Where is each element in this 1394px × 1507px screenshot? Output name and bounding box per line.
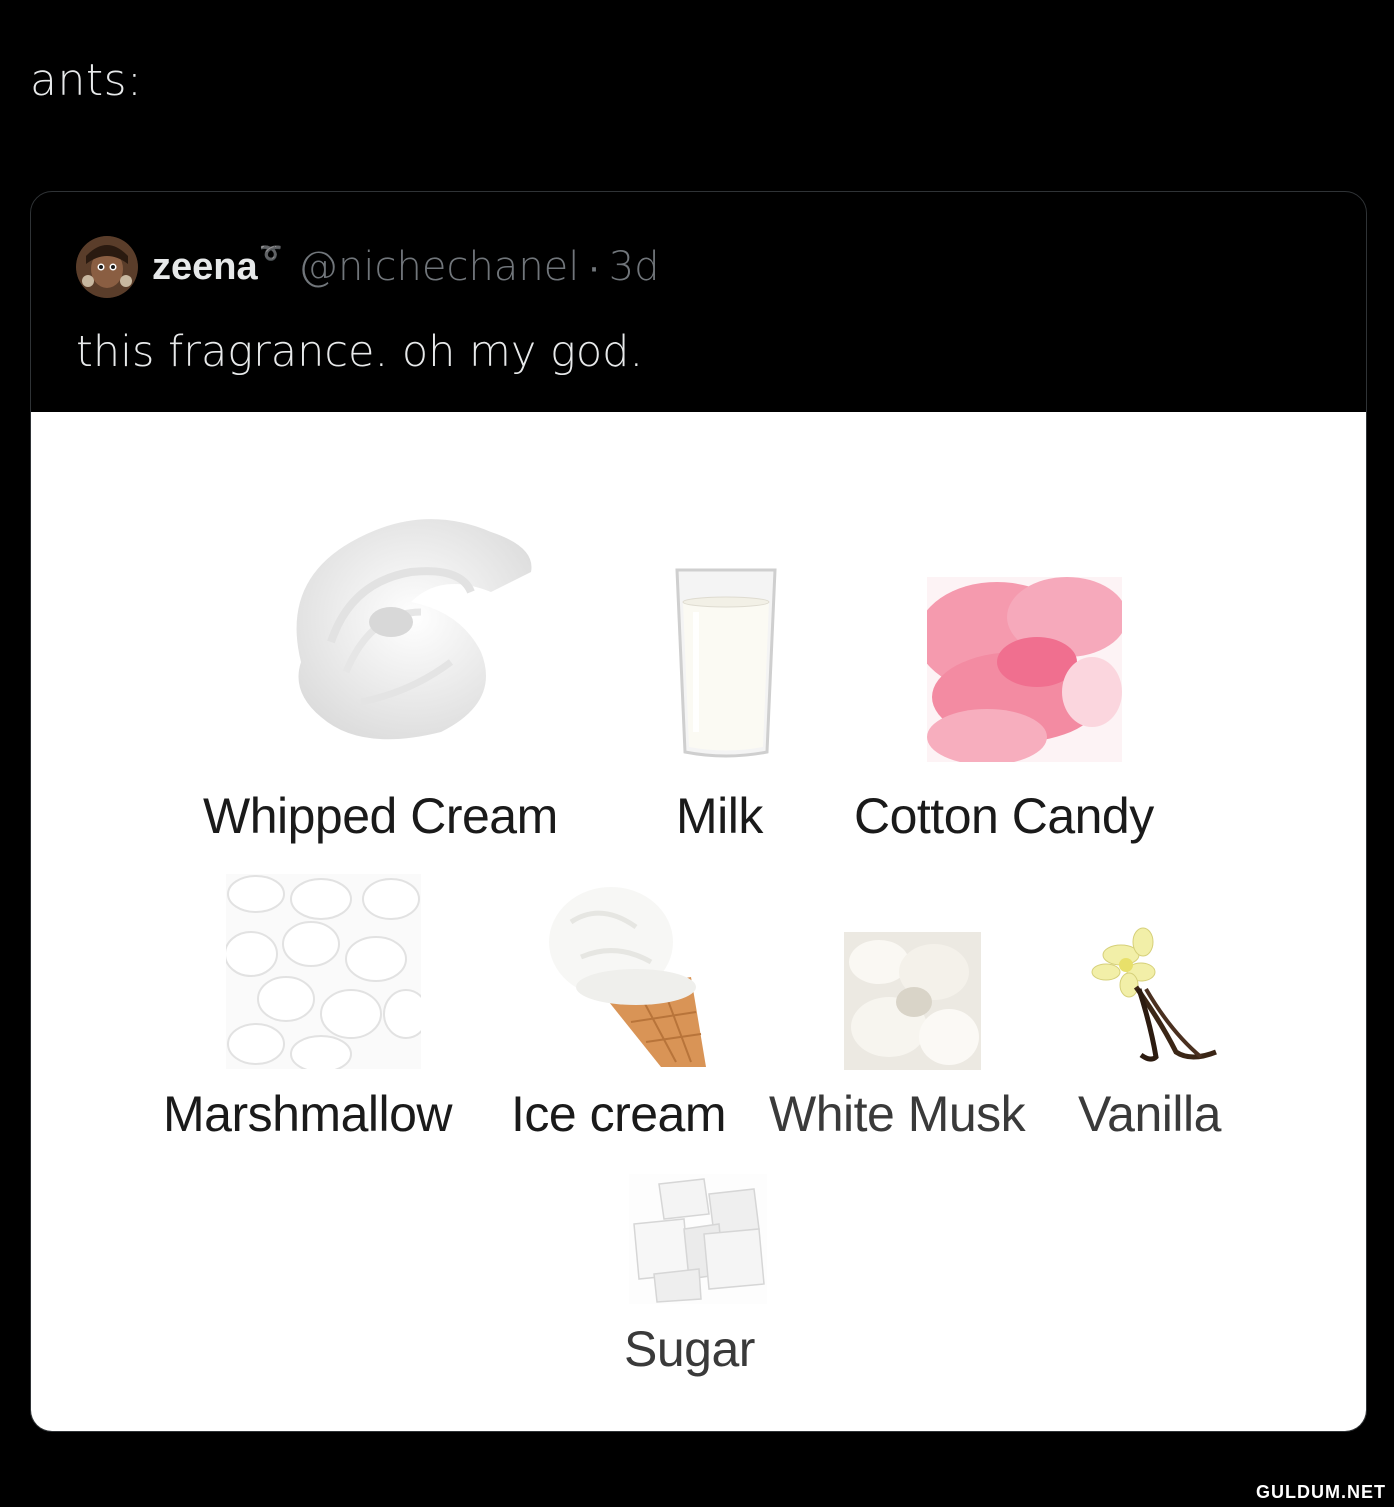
ice-cream-cone-image [549,887,706,1067]
marshmallow-image [226,874,421,1069]
timestamp[interactable]: 3d [609,244,660,290]
note-label-vanilla: Vanilla [1078,1086,1221,1142]
white-musk-image [844,932,981,1070]
note-label-ice-cream: Ice cream [511,1086,727,1142]
separator-dot: · [587,244,601,289]
milk-glass-image [675,568,777,758]
watermark: GULDUM.NET [1256,1482,1386,1502]
avatar[interactable] [76,236,138,298]
note-label-white-musk: White Musk [769,1086,1026,1142]
quoted-tweet-card[interactable]: zeena ➰ @nichechanel · 3d this fragrance… [30,191,1367,1432]
sugar-cubes-image [629,1174,767,1304]
cotton-candy-image [927,577,1122,762]
quoted-tweet-image[interactable]: Whipped Cream Milk Cotton Candy Marshmal… [31,412,1366,1431]
vanilla-flower-image [1091,927,1217,1062]
note-label-cotton-candy: Cotton Candy [854,788,1154,844]
quoted-tweet-text: this fragrance. oh my god. [76,327,644,377]
note-label-sugar: Sugar [624,1321,755,1377]
tweet-text: ants: [30,55,143,106]
note-label-marshmallow: Marshmallow [163,1086,453,1142]
quoted-tweet-header: zeena ➰ @nichechanel · 3d [76,236,660,298]
note-label-whipped-cream: Whipped Cream [203,788,558,844]
whipped-cream-image [296,519,532,740]
note-label-milk: Milk [676,788,763,844]
author-handle[interactable]: @nichechanel [298,244,579,290]
author-name[interactable]: zeena [152,246,258,289]
ribbon-icon: ➰ [259,242,283,263]
